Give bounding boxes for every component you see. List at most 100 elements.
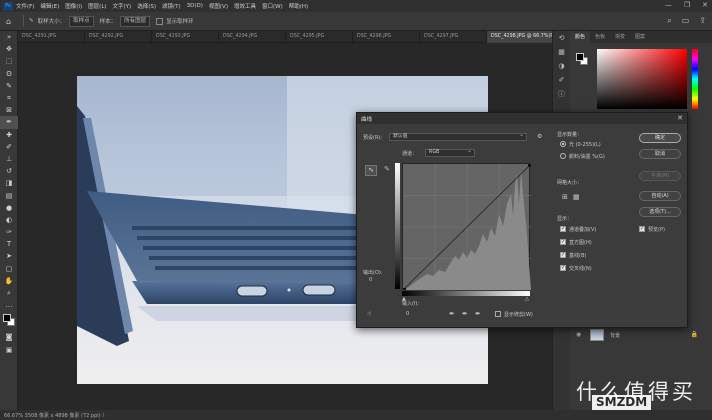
path-select-tool-icon[interactable]: ➤ [0, 250, 18, 262]
intersection-checkbox[interactable]: ✓ [560, 265, 566, 271]
screen-mode-icon[interactable]: ▣ [0, 344, 18, 356]
menu-select[interactable]: 选择(S) [137, 2, 156, 10]
shape-tool-icon[interactable]: ▢ [0, 263, 18, 275]
curve-point-tool-icon[interactable]: ∿ [365, 165, 377, 176]
menu-type[interactable]: 文字(Y) [113, 2, 132, 10]
sample-size-select[interactable]: 取样点 [69, 15, 94, 27]
ok-button[interactable]: 确定 [639, 133, 681, 143]
layer-row[interactable]: ◉ 背景 🔒 [570, 326, 712, 346]
frame-tool-icon[interactable]: ⊠ [0, 104, 18, 116]
lasso-tool-icon[interactable]: ʘ [0, 68, 18, 80]
tab-swatches[interactable]: 色板 [590, 31, 610, 43]
curve-graph[interactable] [402, 163, 532, 291]
crop-tool-icon[interactable]: ⌗ [0, 92, 18, 104]
brush-tool-icon[interactable]: ✐ [0, 141, 18, 153]
doc-tab[interactable]: DSC_4291.JPG [18, 31, 85, 43]
show-ring-checkbox[interactable] [156, 17, 164, 25]
blur-tool-icon[interactable]: ● [0, 202, 18, 214]
sample-select[interactable]: 所有图层 [120, 15, 151, 27]
doc-tab[interactable]: DSC_4293.JPG [152, 31, 219, 43]
dialog-titlebar[interactable]: 曲线 ✕ [357, 113, 687, 124]
gear-icon[interactable]: ⚙ [537, 133, 542, 140]
eyedropper-icon[interactable]: ✎ [29, 18, 34, 24]
hue-slider[interactable] [692, 49, 698, 109]
color-swatches[interactable] [0, 311, 18, 331]
quick-mask-icon[interactable]: ◙ [0, 331, 18, 343]
menu-image[interactable]: 图像(I) [65, 2, 82, 10]
restore-button[interactable]: ❐ [684, 1, 690, 9]
minimize-button[interactable]: — [665, 1, 672, 9]
menu-edit[interactable]: 编辑(E) [40, 2, 59, 10]
history-brush-icon[interactable]: ↺ [0, 165, 18, 177]
info-icon[interactable]: ⓘ [553, 87, 570, 101]
close-icon[interactable]: ✕ [677, 114, 683, 122]
histogram-checkbox[interactable]: ✓ [560, 239, 566, 245]
options-button[interactable]: 选项(T)... [639, 207, 681, 217]
doc-tab[interactable]: DSC_4294.JPG [219, 31, 286, 43]
channel-select[interactable]: RGB [425, 148, 475, 157]
target-adjust-icon[interactable]: ☝ [367, 310, 371, 318]
menu-plugins[interactable]: 增效工具 [234, 2, 256, 10]
doc-tab[interactable]: DSC_4297.JPG [420, 31, 487, 43]
gradient-tool-icon[interactable]: ▤ [0, 189, 18, 201]
more-tools-icon[interactable]: … [0, 299, 18, 311]
properties-icon[interactable]: ▦ [553, 45, 570, 59]
menu-window[interactable]: 窗口(W) [262, 2, 283, 10]
healing-tool-icon[interactable]: ✚ [0, 129, 18, 141]
menu-layer[interactable]: 图层(L) [88, 2, 106, 10]
close-button[interactable]: ✕ [702, 1, 708, 9]
search-icon[interactable]: ⌕ [667, 16, 671, 26]
workspace-icon[interactable]: ▭ [682, 16, 690, 26]
eraser-tool-icon[interactable]: ◨ [0, 177, 18, 189]
pencil-tool-icon[interactable]: ✎ [381, 165, 393, 176]
stamp-tool-icon[interactable]: ⊥ [0, 153, 18, 165]
eyedropper-tool-icon[interactable]: ✒ [0, 116, 18, 129]
doc-tab[interactable]: DSC_4296.JPG [353, 31, 420, 43]
cancel-button[interactable]: 取消 [639, 149, 681, 159]
quick-select-tool-icon[interactable]: ✎ [0, 80, 18, 92]
foreground-color[interactable] [3, 314, 11, 323]
black-eyedropper-icon[interactable]: ✒ [449, 310, 455, 318]
menu-view[interactable]: 视图(V) [209, 2, 228, 10]
eye-icon[interactable]: ◉ [576, 331, 581, 338]
baseline-checkbox[interactable]: ✓ [560, 252, 566, 258]
auto-button[interactable]: 自动(A) [639, 191, 681, 201]
tab-patterns[interactable]: 图案 [630, 31, 650, 43]
smooth-button[interactable]: 平滑(M) [639, 171, 681, 181]
white-point-slider-icon[interactable]: △ [525, 296, 529, 302]
tab-gradients[interactable]: 渐变 [610, 31, 630, 43]
panel-foreground-color[interactable] [576, 53, 584, 61]
doc-tab[interactable]: DSC_4292.JPG [85, 31, 152, 43]
type-tool-icon[interactable]: T [0, 238, 18, 250]
menu-file[interactable]: 文件(F) [16, 2, 34, 10]
light-radio[interactable] [560, 141, 566, 147]
white-eyedropper-icon[interactable]: ✒ [475, 310, 481, 318]
color-picker-field[interactable] [597, 49, 687, 109]
history-icon[interactable]: ⟲ [553, 31, 570, 45]
tab-color[interactable]: 颜色 [570, 31, 591, 43]
dodge-tool-icon[interactable]: ◐ [0, 214, 18, 226]
share-icon[interactable]: ⇪ [699, 16, 706, 26]
move-tool-icon[interactable]: ✥ [0, 43, 18, 55]
menu-filter[interactable]: 滤镜(T) [162, 2, 181, 10]
output-value[interactable]: 0 [369, 277, 372, 283]
grid-large-icon[interactable]: ▦ [573, 193, 580, 201]
adjustments-icon[interactable]: ◑ [553, 59, 570, 73]
preset-select[interactable]: 默认值 [389, 132, 527, 141]
menu-help[interactable]: 帮助(H) [289, 2, 308, 10]
doc-tab[interactable]: DSC_4295.JPG [286, 31, 353, 43]
home-icon[interactable]: ⌂ [6, 17, 18, 26]
brush-settings-icon[interactable]: ✐ [553, 73, 570, 87]
pen-tool-icon[interactable]: ✑ [0, 226, 18, 238]
pigment-radio[interactable] [560, 153, 566, 159]
channel-overlay-checkbox[interactable]: ✓ [560, 226, 566, 232]
hand-tool-icon[interactable]: ✋ [0, 275, 18, 287]
menu-3d[interactable]: 3D(D) [187, 3, 203, 9]
preview-checkbox[interactable]: ✓ [639, 226, 645, 232]
input-value[interactable]: 0 [406, 311, 409, 317]
grid-small-icon[interactable]: ⊞ [562, 193, 568, 201]
marquee-tool-icon[interactable]: ⬚ [0, 55, 18, 67]
collapse-icon[interactable]: » [0, 31, 18, 43]
zoom-tool-icon[interactable]: ⌕ [0, 287, 18, 299]
show-clipping-checkbox[interactable] [495, 311, 501, 317]
